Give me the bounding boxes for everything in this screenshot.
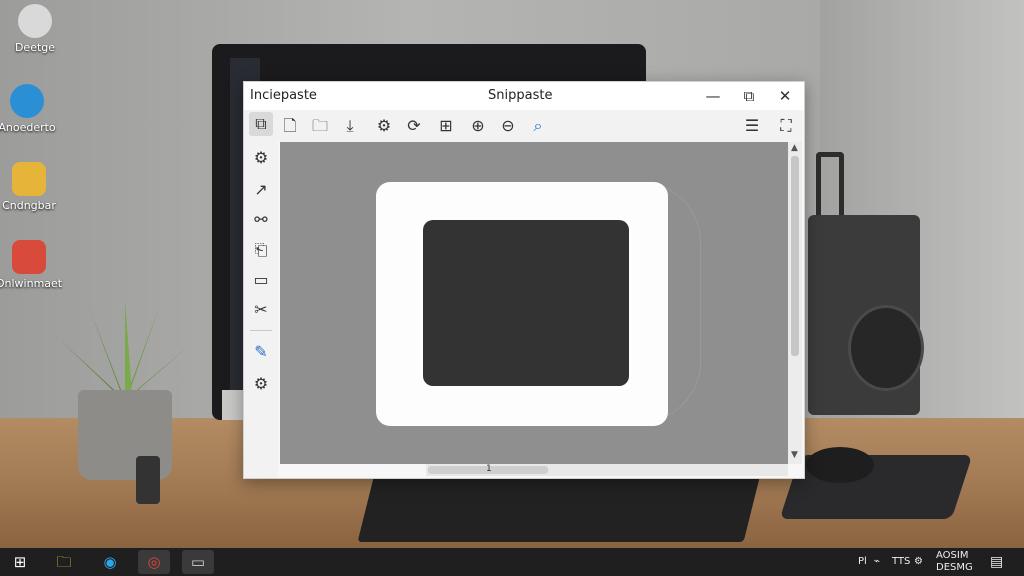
search-icon[interactable]: ⌕ bbox=[526, 114, 550, 138]
keyboard bbox=[357, 474, 761, 542]
desktop-icon-anoederto[interactable]: Anoederto bbox=[0, 84, 62, 134]
image-canvas[interactable] bbox=[280, 142, 788, 464]
desktop-icon-label: Cndngbar bbox=[2, 199, 56, 212]
select-icon[interactable]: ⧉ bbox=[249, 112, 273, 136]
plant-leaves bbox=[60, 300, 190, 400]
taskbar: ⊞ 🗀 ◉ ◎ ▭ Pl ⌁ TTS ⚙ AOSIM DESMG ▤ bbox=[0, 548, 1024, 576]
refresh-icon[interactable]: ⟳ bbox=[402, 114, 426, 138]
scroll-up-arrow[interactable]: ▲ bbox=[791, 143, 798, 153]
app-icon bbox=[18, 4, 52, 38]
settings-icon[interactable]: ⚙ bbox=[914, 556, 923, 567]
zoom-out-icon[interactable]: ⊖ bbox=[496, 114, 520, 138]
minimize-button[interactable]: — bbox=[696, 84, 730, 108]
maximize-button[interactable]: ⧉ bbox=[732, 84, 766, 108]
network-icon[interactable]: ⌁ bbox=[874, 556, 880, 567]
vertical-scrollbar[interactable]: ▲ ▼ bbox=[788, 142, 802, 464]
desktop-icon-label: Deetge bbox=[14, 41, 56, 54]
notification-icon[interactable]: ▤ bbox=[990, 554, 1003, 570]
desktop-icon-deetge[interactable]: Deetge bbox=[0, 4, 70, 54]
grid-icon[interactable]: ⊞ bbox=[434, 114, 458, 138]
import-icon[interactable]: ⤓ bbox=[338, 114, 362, 138]
copy-icon[interactable]: 🗋 bbox=[278, 114, 302, 138]
snipped-image-frame[interactable] bbox=[376, 182, 668, 426]
settings-icon[interactable]: ⚙ bbox=[249, 372, 273, 396]
arrow-tool-icon[interactable]: ↗ bbox=[249, 178, 273, 202]
desktop-icon-label: Onlwinmaet bbox=[0, 277, 63, 290]
menu-icon[interactable]: ☰ bbox=[740, 114, 764, 138]
file-explorer-icon[interactable]: 🗀 bbox=[48, 550, 80, 574]
settings-icon[interactable]: ⚙ bbox=[372, 114, 396, 138]
gear-icon[interactable]: ⚙ bbox=[249, 146, 273, 170]
vertical-scroll-thumb[interactable] bbox=[791, 156, 799, 356]
clock-time[interactable]: AOSIM bbox=[936, 550, 968, 561]
speaker-handle bbox=[816, 152, 844, 223]
desk-cup bbox=[136, 456, 160, 504]
toolbar: 🗋 🗀 ⤓ ⚙ ⟳ ⊞ ⊕ ⊖ ⌕ ☰ ⛶ bbox=[278, 110, 802, 142]
link-icon[interactable]: ⚯ bbox=[249, 208, 273, 232]
chrome-icon[interactable]: ◎ bbox=[138, 550, 170, 574]
clock-date[interactable]: DESMG bbox=[936, 562, 973, 573]
zoom-in-icon[interactable]: ⊕ bbox=[466, 114, 490, 138]
computer-mouse bbox=[806, 447, 874, 483]
bookmark-icon[interactable]: ⎗ bbox=[249, 238, 273, 262]
scroll-position-marker: 1 bbox=[486, 464, 492, 474]
window-app-name: Inciepaste bbox=[250, 88, 317, 103]
desktop-icon-cndngbar[interactable]: Cndngbar bbox=[0, 162, 64, 212]
title-bar[interactable]: Inciepaste Snippaste — ⧉ ✕ bbox=[244, 82, 804, 110]
app-icon bbox=[10, 84, 44, 118]
app-icon bbox=[12, 240, 46, 274]
cut-icon[interactable]: ✂ bbox=[249, 298, 273, 322]
edge-icon[interactable]: ◉ bbox=[94, 550, 126, 574]
tray-text[interactable]: TTS bbox=[892, 556, 910, 567]
horizontal-scrollbar[interactable]: 1 bbox=[426, 464, 788, 476]
desktop-icon-label: Anoederto bbox=[0, 121, 56, 134]
close-button[interactable]: ✕ bbox=[768, 84, 802, 108]
folder-icon[interactable]: 🗀 bbox=[308, 114, 332, 138]
start-icon[interactable]: ⊞ bbox=[4, 550, 36, 574]
snippaste-task-icon[interactable]: ▭ bbox=[182, 550, 214, 574]
tray-indicator[interactable]: Pl bbox=[858, 556, 867, 567]
speaker-cone bbox=[848, 305, 924, 391]
speaker bbox=[808, 215, 924, 415]
snippaste-window: Inciepaste Snippaste — ⧉ ✕ 🗋 🗀 ⤓ ⚙ ⟳ ⊞ ⊕… bbox=[243, 81, 805, 479]
snipped-image-content bbox=[423, 220, 629, 386]
pen-icon[interactable]: ✎ bbox=[249, 340, 273, 364]
sidebar-divider bbox=[250, 330, 272, 331]
folder-icon bbox=[12, 162, 46, 196]
scroll-down-arrow[interactable]: ▼ bbox=[791, 450, 798, 460]
desktop-icon-onlwinmaet[interactable]: Onlwinmaet bbox=[0, 240, 64, 290]
window-title: Snippaste bbox=[488, 88, 553, 103]
fullscreen-icon[interactable]: ⛶ bbox=[774, 114, 798, 138]
tool-sidebar: ⧉ ⚙ ↗ ⚯ ⎗ ▭ ✂ ✎ ⚙ bbox=[244, 110, 278, 478]
video-icon[interactable]: ▭ bbox=[249, 268, 273, 292]
